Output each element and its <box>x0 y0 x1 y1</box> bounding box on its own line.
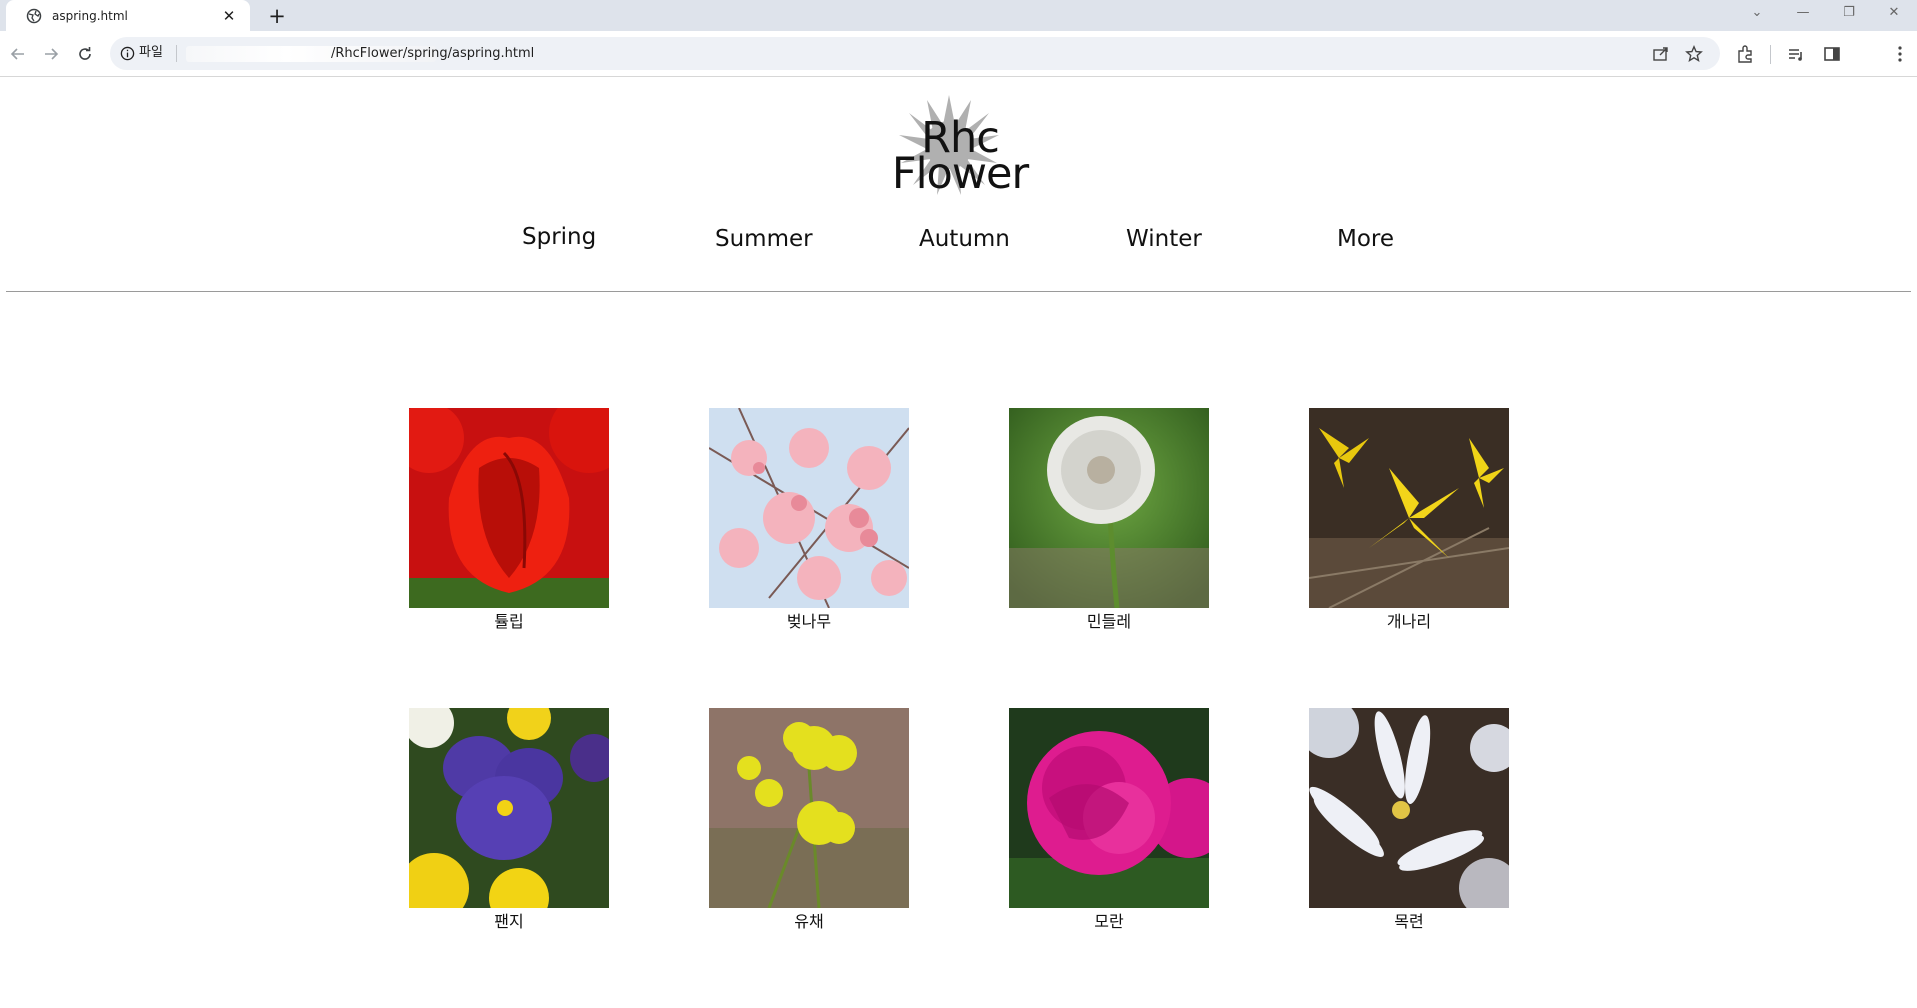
share-icon[interactable] <box>1652 45 1670 63</box>
flower-card-magnolia[interactable]: 목련 <box>1309 708 1509 932</box>
extensions-icon[interactable] <box>1735 44 1755 64</box>
cherry-blossom-photo[interactable] <box>709 408 909 608</box>
media-queue-icon[interactable] <box>1786 44 1806 64</box>
nav-summer[interactable]: Summer <box>715 226 813 252</box>
flower-card-forsythia[interactable]: 개나리 <box>1309 408 1509 632</box>
nav-winter[interactable]: Winter <box>1126 226 1202 252</box>
reload-button[interactable] <box>72 41 98 67</box>
logo-line2: Flower <box>891 149 1029 199</box>
reload-icon <box>79 47 91 60</box>
flower-card-dandelion[interactable]: 민들레 <box>1009 408 1209 632</box>
page: Rhc Flower Spring Summer Autumn Winter M… <box>0 78 1917 1008</box>
address-separator <box>176 45 177 62</box>
url-text[interactable]: /RhcFlower/spring/aspring.html <box>331 44 534 64</box>
forsythia-photo[interactable] <box>1309 408 1509 608</box>
flower-caption: 유채 <box>794 912 824 931</box>
flower-caption: 모란 <box>1094 912 1124 931</box>
header-divider <box>6 291 1911 292</box>
canola-photo[interactable] <box>709 708 909 908</box>
close-window-button[interactable]: ✕ <box>1877 0 1911 25</box>
tab-title: aspring.html <box>52 8 128 23</box>
browser-toolbar: 파일 /RhcFlower/spring/aspring.html <box>0 31 1917 77</box>
flower-caption: 개나리 <box>1386 612 1432 631</box>
flower-caption: 목련 <box>1394 912 1424 931</box>
nav-more[interactable]: More <box>1337 226 1394 252</box>
nav-autumn[interactable]: Autumn <box>919 226 1010 252</box>
flower-caption: 벚나무 <box>786 612 832 631</box>
arrow-left-icon <box>10 48 24 60</box>
arrow-right-icon <box>45 48 59 60</box>
nav-spring[interactable]: Spring <box>522 224 596 250</box>
new-tab-button[interactable]: + <box>264 3 290 29</box>
main-nav: Spring Summer Autumn Winter More <box>0 224 1917 266</box>
back-button[interactable] <box>5 41 31 67</box>
forward-button[interactable] <box>38 41 64 67</box>
tab-search-chevron-icon[interactable]: ⌄ <box>1740 0 1774 25</box>
site-logo[interactable]: Rhc Flower <box>860 90 1060 200</box>
kebab-menu-icon[interactable] <box>1890 44 1910 64</box>
toolbar-separator <box>1770 45 1771 64</box>
logo-text: Rhc Flower <box>860 117 1060 199</box>
magnolia-photo[interactable] <box>1309 708 1509 908</box>
flower-card-canola[interactable]: 유채 <box>709 708 909 932</box>
info-icon[interactable] <box>120 46 135 61</box>
flower-caption: 튤립 <box>494 612 524 631</box>
bookmark-star-icon[interactable] <box>1685 45 1703 63</box>
flower-card-pansy[interactable]: 팬지 <box>409 708 609 932</box>
flower-card-tulip[interactable]: 튤립 <box>409 408 609 632</box>
tulip-photo[interactable] <box>409 408 609 608</box>
globe-icon <box>26 8 42 23</box>
site-info-chip[interactable]: 파일 <box>139 43 163 63</box>
restore-button[interactable]: ❐ <box>1832 0 1866 25</box>
dandelion-photo[interactable] <box>1009 408 1209 608</box>
address-bar[interactable]: 파일 /RhcFlower/spring/aspring.html <box>110 37 1720 70</box>
flower-caption: 팬지 <box>494 912 524 931</box>
flower-card-peony[interactable]: 모란 <box>1009 708 1209 932</box>
pansy-photo[interactable] <box>409 708 609 908</box>
flower-caption: 민들레 <box>1086 612 1132 631</box>
flower-card-cherry[interactable]: 벚나무 <box>709 408 909 632</box>
tab-close-icon[interactable]: ✕ <box>220 7 238 25</box>
side-panel-icon[interactable] <box>1822 44 1842 64</box>
browser-tab-active[interactable]: aspring.html ✕ <box>6 0 250 31</box>
minimize-button[interactable]: — <box>1786 0 1820 25</box>
tab-strip: aspring.html ✕ + ⌄ — ❐ ✕ <box>0 0 1917 31</box>
peony-photo[interactable] <box>1009 708 1209 908</box>
